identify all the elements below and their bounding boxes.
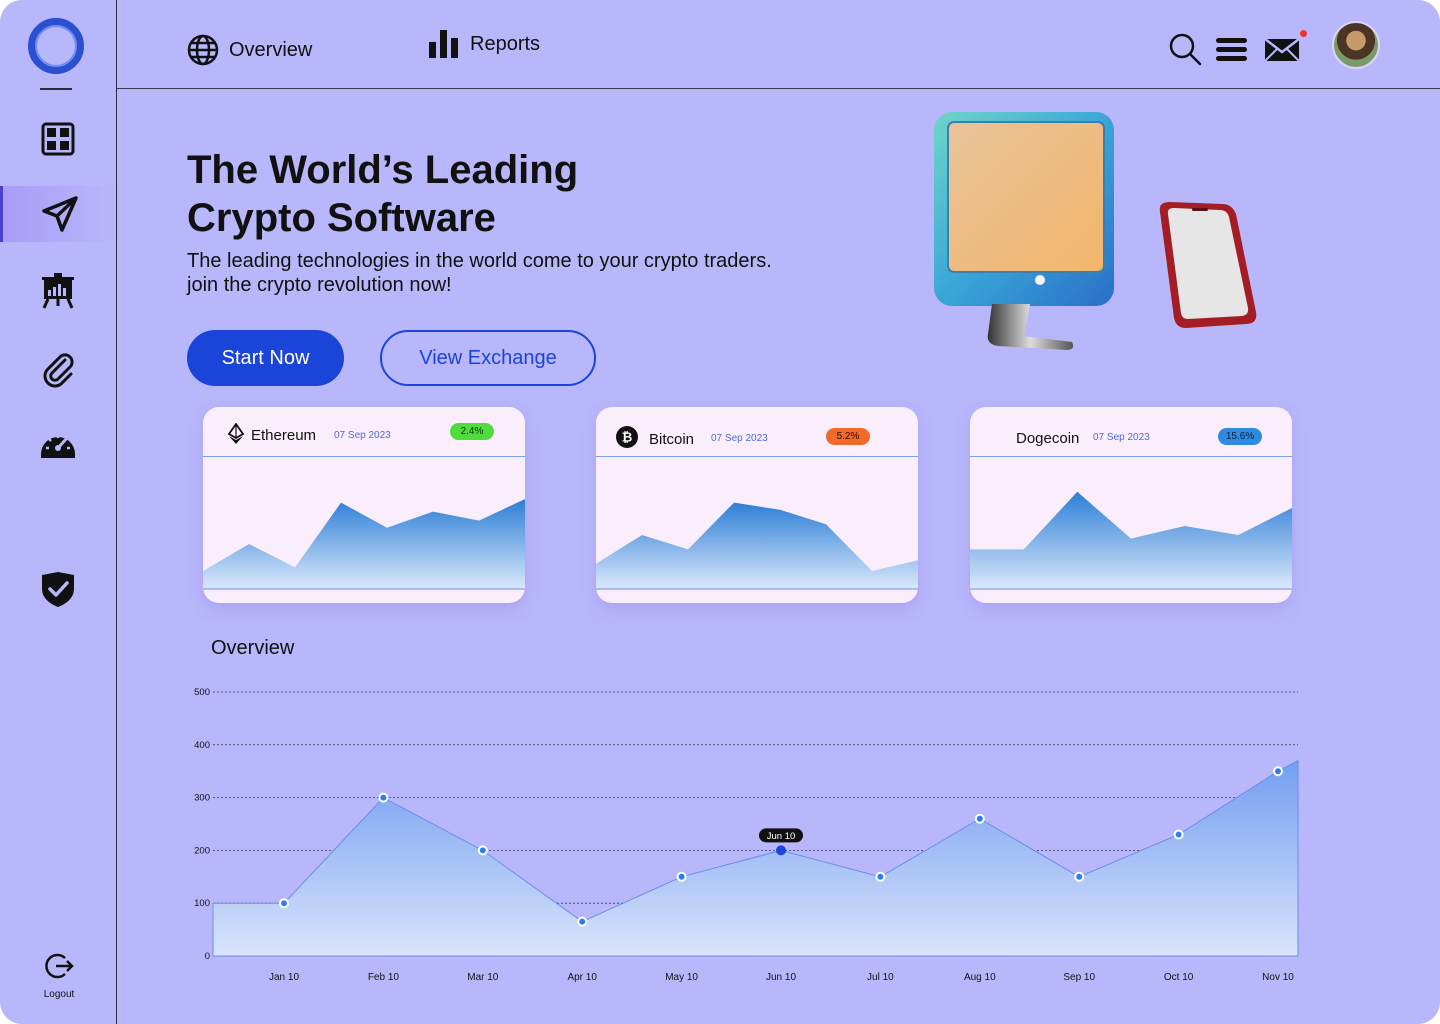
bar-chart-icon [429, 30, 458, 58]
logout-icon [45, 953, 74, 979]
coin-sparkline [596, 502, 918, 590]
overview-title: Overview [211, 637, 295, 659]
data-point[interactable] [1074, 871, 1085, 882]
coin-change-badge: 15.6% [1218, 428, 1262, 445]
coin-sparkline [970, 491, 1292, 590]
y-tick-label: 0 [205, 951, 210, 962]
coin-date: 07 Sep 2023 [334, 430, 391, 441]
x-tick-label: Oct 10 [1164, 972, 1194, 983]
x-tick-label: Feb 10 [368, 972, 400, 983]
x-tick-label: Mar 10 [467, 972, 499, 983]
view-exchange-button[interactable]: View Exchange [380, 330, 596, 386]
x-tick-label: Aug 10 [964, 972, 996, 983]
send-icon [41, 196, 78, 232]
logo-icon [28, 18, 84, 74]
sparkline-area [596, 502, 918, 589]
hero-subtitle-line-1: The leading technologies in the world co… [187, 250, 772, 272]
x-tick-label: Jun 10 [766, 972, 796, 983]
nav-reports-label: Reports [470, 32, 541, 55]
sidebar: Logout [0, 0, 117, 1024]
speedometer-icon [41, 435, 75, 458]
sidebar-divider [40, 88, 72, 90]
data-point[interactable] [378, 792, 389, 803]
svg-text:₿: ₿ [622, 431, 633, 446]
overview-area-chart[interactable]: 0 100 200 300 400 500 Jan 10 Feb 10 Mar 10 Apr 10… [180, 680, 1320, 990]
monitor-illustration [934, 112, 1114, 350]
app-frame: Logout Overview Reports The World’s Lead… [0, 0, 1440, 1024]
globe-icon [187, 34, 219, 66]
coin-name: Ethereum [251, 427, 317, 444]
coin-name: Dogecoin [1016, 430, 1080, 447]
hero-title: The World’s Leading Crypto Software [187, 146, 807, 242]
sidebar-item-presentation[interactable] [0, 263, 116, 319]
coin-change-badge: 2.4% [450, 423, 494, 440]
coin-date: 07 Sep 2023 [1093, 432, 1150, 443]
sidebar-item-dashboard[interactable] [0, 111, 116, 167]
y-tick-label: 100 [194, 898, 210, 909]
data-point[interactable] [776, 845, 786, 856]
data-point[interactable] [1273, 766, 1283, 777]
presentation-chart-icon [42, 273, 74, 309]
overview-area [212, 759, 1299, 957]
x-tick-label: Jul 10 [867, 972, 894, 983]
x-tick-label: Jan 10 [269, 972, 299, 983]
notification-dot [1300, 30, 1307, 37]
data-point[interactable] [1173, 829, 1184, 840]
paperclip-icon [43, 353, 74, 388]
y-tick-label: 500 [194, 687, 210, 698]
phone-illustration [1159, 202, 1257, 328]
coin-card-header [596, 407, 918, 457]
data-point[interactable] [974, 813, 985, 824]
coin-name: Bitcoin [649, 431, 695, 448]
dashboard-grid-icon [41, 122, 75, 156]
coin-card-dogecoin[interactable]: Dogecoin 07 Sep 2023 15.6% [970, 407, 1292, 603]
hero-subtitle-line-2: join the crypto revolution now! [187, 274, 452, 296]
data-point[interactable] [477, 845, 488, 856]
nav-overview[interactable]: Overview [187, 34, 312, 66]
sidebar-item-send[interactable] [0, 186, 116, 242]
x-tick-label: Apr 10 [567, 972, 597, 983]
sparkline-area [970, 491, 1292, 589]
logout-button[interactable]: Logout [30, 950, 88, 1000]
sidebar-item-security[interactable] [0, 561, 116, 617]
y-tick-label: 200 [194, 845, 210, 856]
hero-title-line-2: Crypto Software [187, 196, 496, 240]
hero-title-line-1: The World’s Leading [187, 148, 579, 192]
data-point[interactable] [279, 898, 289, 909]
data-point[interactable] [875, 871, 886, 882]
nav-reports[interactable]: Reports [428, 28, 540, 60]
y-tick-label: 300 [194, 793, 210, 804]
hero-subtitle: The leading technologies in the world co… [187, 249, 807, 297]
x-tick-label: May 10 [665, 972, 698, 983]
start-now-button[interactable]: Start Now [187, 330, 344, 386]
sparkline-area [203, 499, 525, 589]
mail-icon[interactable] [1263, 32, 1301, 66]
search-icon[interactable] [1168, 32, 1202, 66]
nav-overview-label: Overview [229, 38, 313, 61]
coin-sparkline [203, 499, 525, 590]
data-point[interactable] [577, 916, 588, 927]
logout-label: Logout [43, 989, 75, 1000]
menu-icon[interactable] [1214, 32, 1248, 66]
avatar[interactable] [1332, 21, 1380, 69]
x-tick-label: Sep 10 [1063, 972, 1095, 983]
sidebar-item-speed[interactable] [0, 416, 116, 472]
tooltip-label: Jun 10 [767, 831, 796, 842]
shield-check-icon [42, 572, 74, 607]
coin-card-bitcoin[interactable]: ₿ Bitcoin 07 Sep 2023 5.2% [596, 407, 918, 603]
data-point[interactable] [676, 871, 687, 882]
sidebar-item-attachments[interactable] [0, 340, 116, 396]
y-tick-label: 400 [194, 740, 210, 751]
coin-date: 07 Sep 2023 [711, 433, 768, 444]
coin-card-ethereum[interactable]: Ethereum 07 Sep 2023 2.4% [203, 407, 525, 603]
x-tick-label: Nov 10 [1262, 972, 1294, 983]
ethereum-icon [227, 423, 245, 444]
bitcoin-icon: ₿ [616, 426, 638, 448]
coin-change-badge: 5.2% [826, 428, 870, 445]
